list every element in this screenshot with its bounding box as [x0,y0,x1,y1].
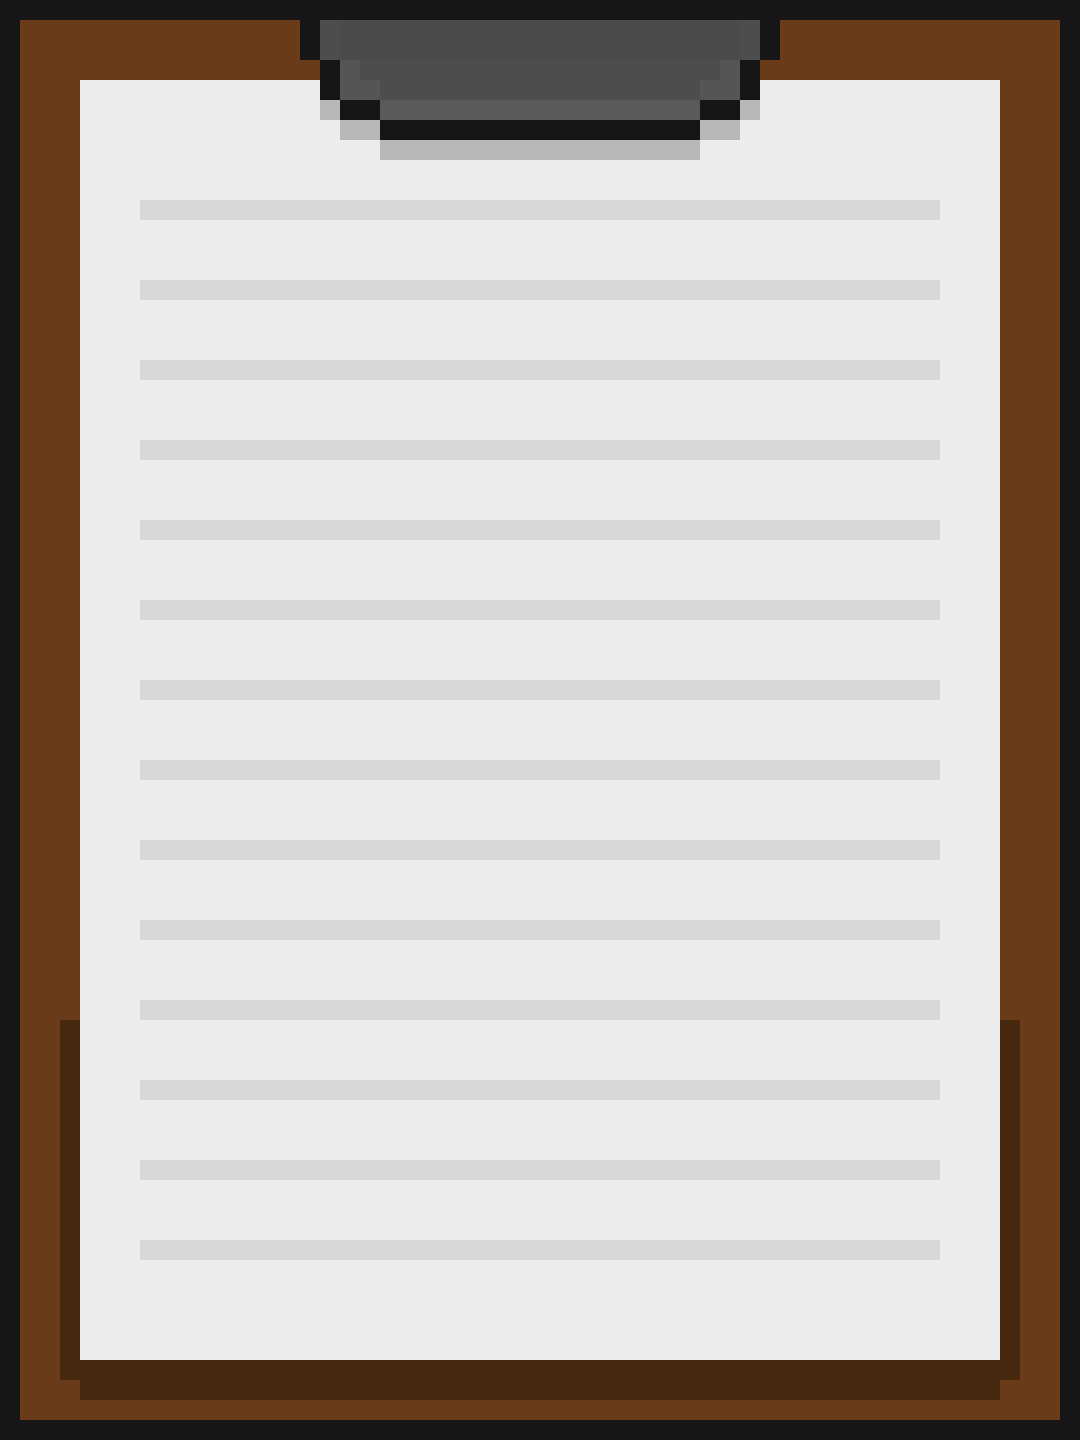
clip-inner-shade [340,20,740,60]
ruled-line [140,1160,940,1180]
ruled-line [140,1080,940,1100]
board-shadow-bottom [80,1360,1000,1400]
board-shadow-right [1000,1020,1020,1380]
clip-shadow-right-2 [700,120,740,140]
clip-body-lower [380,100,700,120]
clip-side-right-shade [720,60,740,80]
ruled-line [140,200,940,220]
clip-lower-left-shade [340,80,380,100]
ruled-line [140,760,940,780]
board-shadow-left [60,1020,80,1380]
ruled-line [140,840,940,860]
ruled-line [140,360,940,380]
clip-shadow-bottom [380,140,700,160]
clip-step-left-1 [320,60,340,100]
clip-shadow-left-2 [340,120,380,140]
ruled-line [140,440,940,460]
clip-step-right-2 [700,100,740,120]
ruled-line [140,520,940,540]
clip-body-mid [340,60,740,100]
clip-shadow-left-1 [320,100,340,120]
ruled-line [140,1240,940,1260]
clip-step-left-2 [340,100,380,120]
clip-outline-top [300,0,780,20]
clipboard-scene [0,0,1080,1440]
ruled-line [140,1000,940,1020]
ruled-line [140,920,940,940]
clipboard-clip [0,0,1080,170]
clip-step-right-1 [740,60,760,100]
clip-bottom-edge [380,120,700,140]
ruled-line [140,680,940,700]
clip-side-left-shade [340,60,360,80]
clip-lower-right-shade [700,80,740,100]
ruled-line [140,600,940,620]
ruled-line [140,280,940,300]
clip-shadow-right-1 [740,100,760,120]
